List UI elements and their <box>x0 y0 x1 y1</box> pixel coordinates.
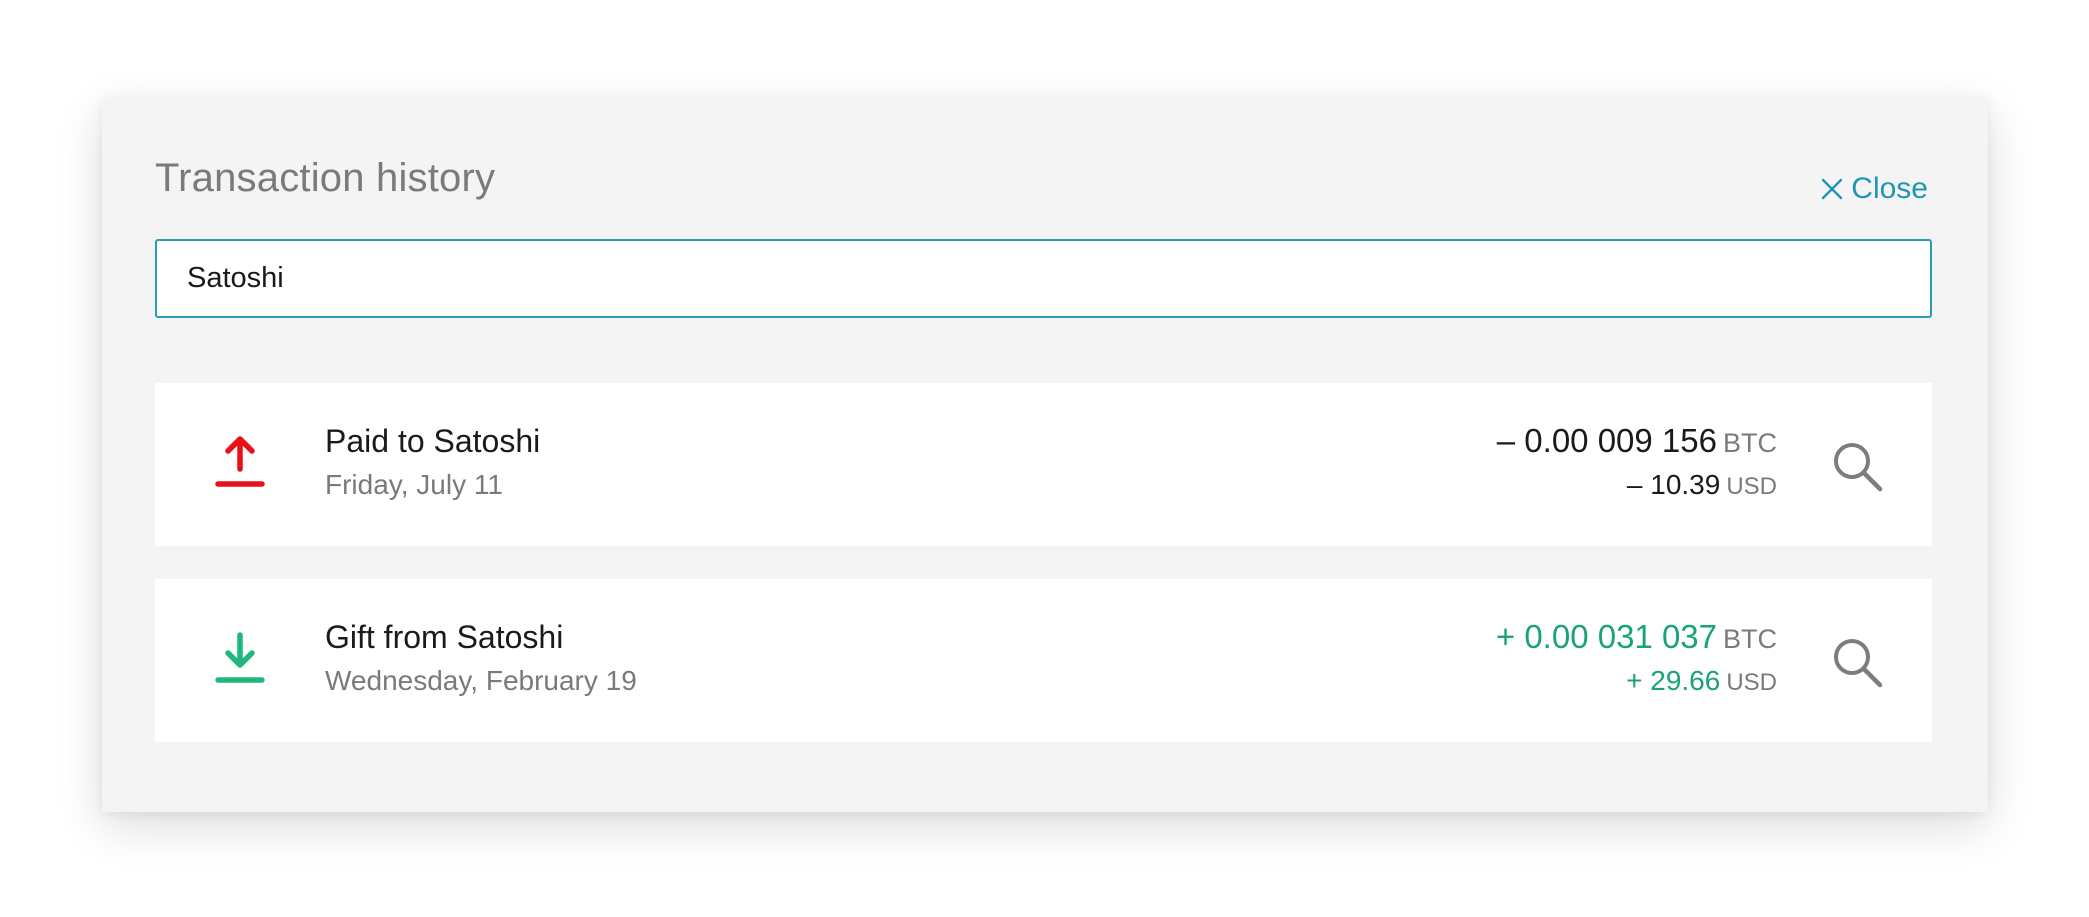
search-input[interactable] <box>155 239 1932 318</box>
magnifier-icon[interactable] <box>1830 439 1884 493</box>
usd-unit: USD <box>1726 669 1777 696</box>
magnifier-icon[interactable] <box>1830 635 1884 689</box>
download-arrow-icon <box>215 632 265 683</box>
btc-unit: BTC <box>1723 428 1777 458</box>
usd-amount-value: – 10.39 <box>1626 469 1721 500</box>
transaction-row[interactable]: Gift from Satoshi Wednesday, February 19… <box>155 579 1932 742</box>
btc-amount: + 0.00 031 037 BTC <box>1496 618 1777 656</box>
transaction-title: Paid to Satoshi <box>325 423 541 459</box>
btc-amount-value: – 0.00 009 156 <box>1496 422 1717 459</box>
transaction-row[interactable]: Paid to Satoshi Friday, July 11 – 0.00 0… <box>155 383 1932 546</box>
transaction-history-dialog: Transaction history Close Paid to Satosh… <box>102 98 1988 812</box>
upload-arrow-icon <box>215 436 265 487</box>
close-label: Close <box>1851 172 1928 205</box>
usd-unit: USD <box>1726 473 1777 500</box>
close-button[interactable]: Close <box>1821 172 1928 206</box>
btc-amount: – 0.00 009 156 BTC <box>1497 422 1777 460</box>
transaction-date: Friday, July 11 <box>325 469 503 500</box>
usd-amount-value: + 29.66 <box>1626 665 1721 696</box>
btc-unit: BTC <box>1723 624 1777 654</box>
transaction-date: Wednesday, February 19 <box>325 665 637 696</box>
btc-amount-value: + 0.00 031 037 <box>1495 618 1717 655</box>
dialog-title: Transaction history <box>155 156 496 200</box>
usd-amount: – 10.39 USD <box>1627 469 1777 501</box>
close-icon <box>1822 178 1843 200</box>
transaction-title: Gift from Satoshi <box>325 619 564 655</box>
usd-amount: + 29.66 USD <box>1626 665 1777 697</box>
